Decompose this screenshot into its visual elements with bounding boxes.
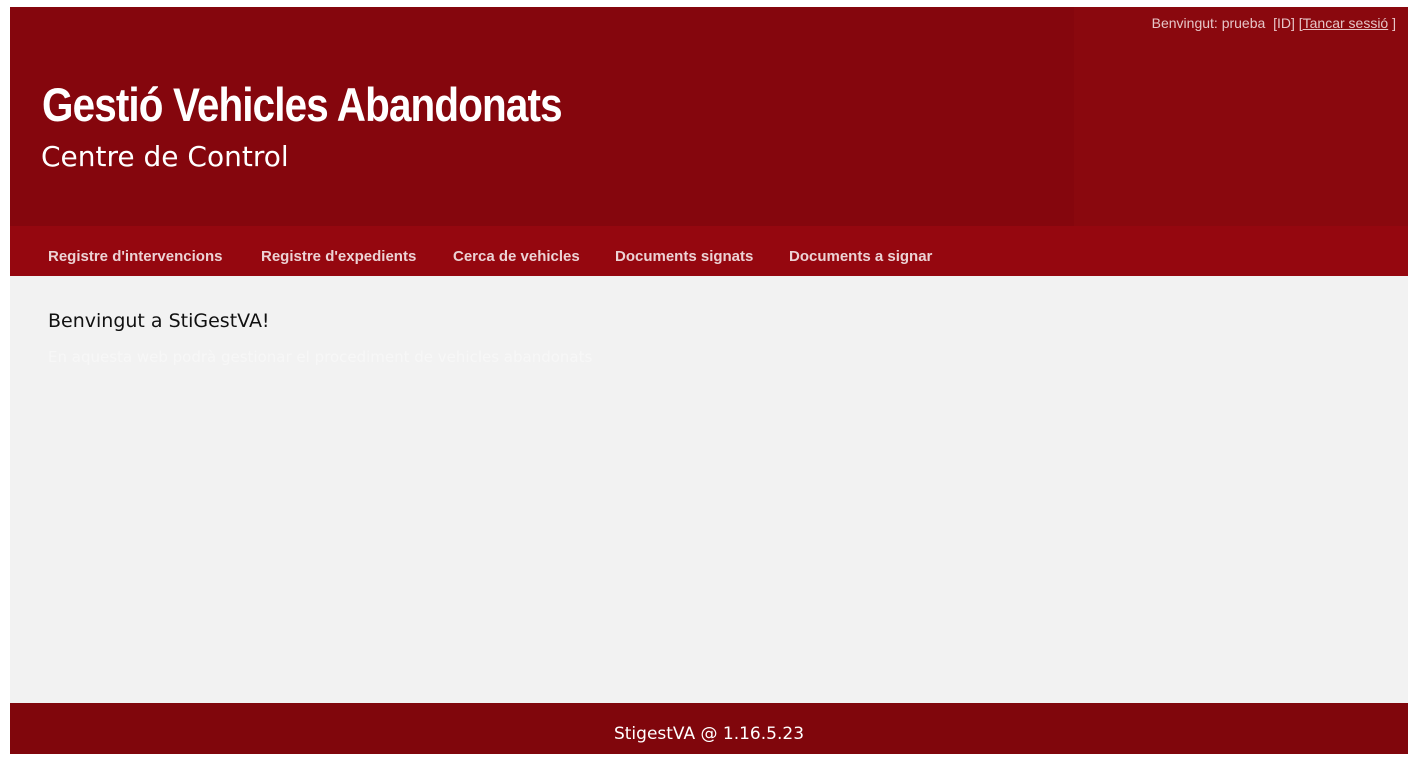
page: Benvingut: prueba [ID] [Tancar sessió ] …	[10, 7, 1408, 754]
header: Benvingut: prueba [ID] [Tancar sessió ] …	[10, 7, 1408, 226]
welcome-title: Benvingut a StiGestVA!	[48, 310, 270, 332]
logout-close-bracket: ]	[1392, 15, 1396, 31]
footer: StigestVA @ 1.16.5.23	[10, 703, 1408, 754]
user-bar: Benvingut: prueba [ID] [Tancar sessió ]	[1152, 15, 1396, 31]
nav-item-registre-expedients[interactable]: Registre d'expedients	[261, 226, 416, 276]
footer-version: StigestVA @ 1.16.5.23	[613, 724, 805, 744]
nav-item-cerca-vehicles[interactable]: Cerca de vehicles	[453, 226, 580, 276]
nav-item-registre-intervencions[interactable]: Registre d'intervencions	[48, 226, 222, 276]
nav-item-documents-a-signar[interactable]: Documents a signar	[789, 226, 932, 276]
user-greeting: Benvingut: prueba	[1151, 15, 1266, 31]
user-id-link[interactable]: [ID]	[1273, 15, 1295, 31]
header-shade	[1074, 7, 1408, 226]
welcome-text: En aquesta web podrà gestionar el proced…	[48, 348, 593, 366]
logout-link[interactable]: Tancar sessió	[1303, 15, 1389, 31]
main-nav: Registre d'intervencions Registre d'expe…	[10, 226, 1408, 276]
app-subtitle: Centre de Control	[41, 140, 289, 173]
app-title: Gestió Vehicles Abandonats	[42, 78, 563, 131]
nav-item-documents-signats[interactable]: Documents signats	[615, 226, 753, 276]
